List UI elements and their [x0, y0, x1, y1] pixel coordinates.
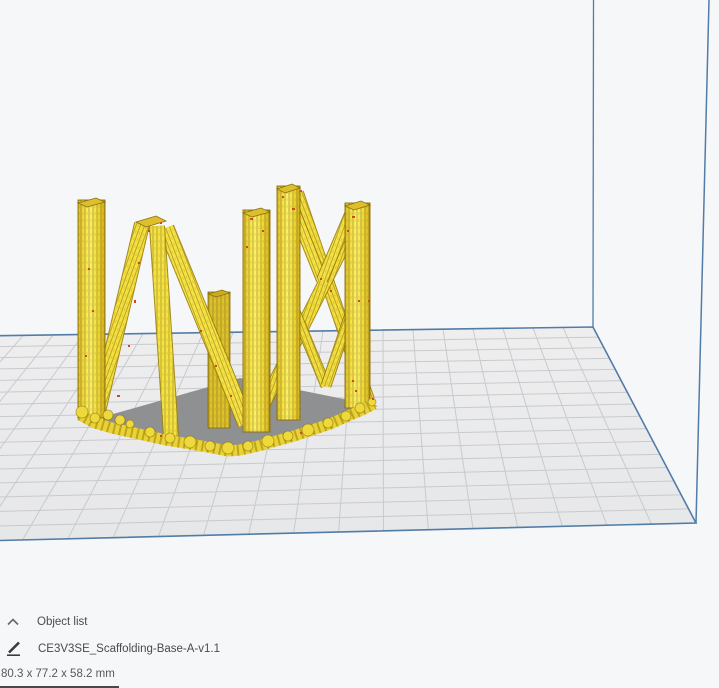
pencil-icon: [6, 641, 22, 657]
build-volume-back-edge: [592, 0, 595, 328]
build-plate-viewport[interactable]: [0, 0, 719, 688]
object-list-title: Object list: [37, 616, 88, 628]
build-volume-right-edge: [695, 0, 710, 524]
object-list-item[interactable]: CE3V3SE_Scaffolding-Base-A-v1.1: [6, 640, 220, 658]
chevron-up-icon[interactable]: [7, 618, 19, 626]
object-list-header[interactable]: Object list: [7, 614, 88, 630]
model-dimensions: 80.3 x 77.2 x 58.2 mm: [1, 668, 115, 680]
object-name: CE3V3SE_Scaffolding-Base-A-v1.1: [38, 643, 220, 655]
